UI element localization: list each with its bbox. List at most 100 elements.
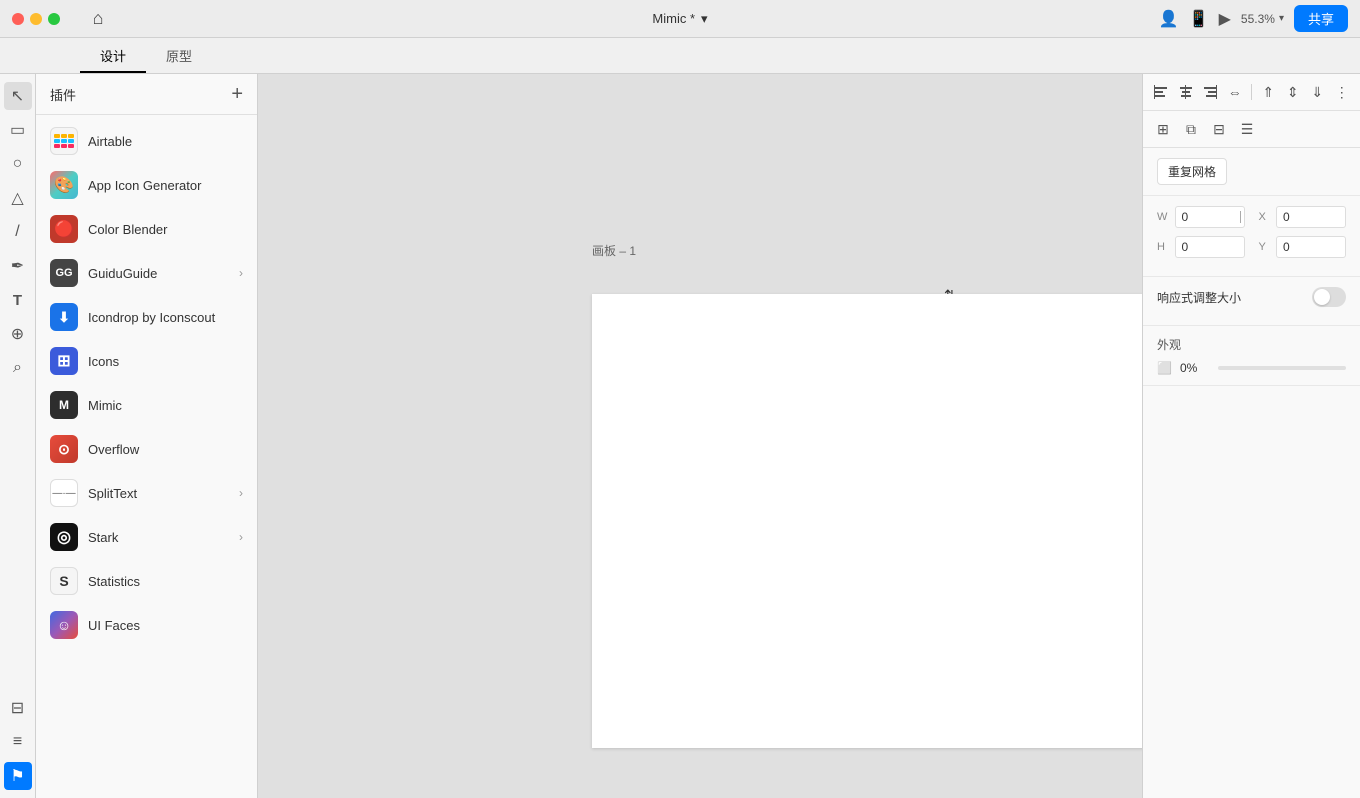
align-center-icon[interactable] — [1176, 80, 1197, 104]
plugin-name-ui-faces: UI Faces — [88, 618, 243, 633]
toolbar-separator — [1251, 84, 1252, 100]
plugins-title: 插件 — [50, 85, 76, 104]
tabbar: 设计 原型 — [0, 38, 1360, 74]
opacity-icon: ⬜ — [1157, 361, 1172, 375]
ellipse-tool[interactable]: ○ — [4, 150, 32, 178]
left-toolbar: ↖ ▭ ○ △ / ✒ T ⊕ ⌕ ⊟ ≡ ⚑ — [0, 74, 36, 798]
align-middle-icon[interactable]: ⇕ — [1282, 80, 1303, 104]
search-tool[interactable]: ⌕ — [4, 354, 32, 382]
toggle-thumb — [1314, 289, 1330, 305]
maximize-button[interactable] — [48, 13, 60, 25]
plugin-item-icons[interactable]: ⊞ Icons — [36, 339, 257, 383]
titlebar-center: Mimic * ▾ — [652, 11, 707, 27]
x-input[interactable] — [1276, 206, 1346, 228]
plugin-item-ui-faces[interactable]: ☺ UI Faces — [36, 603, 257, 647]
plugin-name-icons: Icons — [88, 354, 243, 369]
component-icon[interactable]: ⊞ — [1151, 117, 1175, 141]
stark-icon: ◎ — [50, 523, 78, 551]
play-icon[interactable]: ▶ — [1219, 9, 1231, 29]
plugin-item-statistics[interactable]: S Statistics — [36, 559, 257, 603]
alignment-toolbar: ⇔ ⇑ ⇕ ⇓ ⋮ — [1143, 74, 1360, 111]
y-input[interactable] — [1276, 236, 1346, 258]
distribute-v-icon[interactable]: ⋮ — [1331, 80, 1352, 104]
text-tool[interactable]: T — [4, 286, 32, 314]
artboard[interactable] — [592, 294, 1142, 748]
layers-tool[interactable]: ≡ — [4, 728, 32, 756]
splittext-icon: —·— — [50, 479, 78, 507]
responsive-row: 响应式调整大小 — [1157, 287, 1346, 307]
second-toolbar: ⊞ ⧉ ⊟ ☰ — [1143, 111, 1360, 148]
line-tool[interactable]: / — [4, 218, 32, 246]
share-button[interactable]: 共享 — [1294, 5, 1348, 32]
height-input[interactable] — [1175, 236, 1245, 258]
splittext-chevron-icon: › — [239, 486, 243, 500]
plugin-name-app-icon-generator: App Icon Generator — [88, 178, 243, 193]
plugin-name-stark: Stark — [88, 530, 229, 545]
align-bottom-icon[interactable]: ⇓ — [1307, 80, 1328, 104]
width-label: W — [1157, 211, 1169, 223]
plugin-item-splittext[interactable]: —·— SplitText › — [36, 471, 257, 515]
home-icon[interactable]: ⌂ — [88, 9, 108, 29]
statistics-icon: S — [50, 567, 78, 595]
main-content: ↖ ▭ ○ △ / ✒ T ⊕ ⌕ ⊟ ≡ ⚑ 插件 + — [0, 74, 1360, 798]
artboard-label: 画板 – 1 — [592, 242, 636, 259]
plugin-item-guiduguide[interactable]: GG GuiduGuide › — [36, 251, 257, 295]
appearance-label: 外观 — [1157, 336, 1346, 353]
align-top-icon[interactable]: ⇑ — [1258, 80, 1279, 104]
dimensions-section: W X H Y — [1143, 196, 1360, 277]
grid-section: 重复网格 — [1143, 148, 1360, 196]
assets-tool[interactable]: ⚑ — [4, 762, 32, 790]
grid-view-icon[interactable]: ⊟ — [1207, 117, 1231, 141]
plugin-item-stark[interactable]: ◎ Stark › — [36, 515, 257, 559]
zoom-dropdown-icon[interactable]: ▾ — [1279, 13, 1284, 24]
width-input[interactable] — [1175, 206, 1245, 228]
plugin-item-color-blender[interactable]: 🔴 Color Blender — [36, 207, 257, 251]
stark-chevron-icon: › — [239, 530, 243, 544]
align-right-icon[interactable] — [1200, 80, 1221, 104]
app-title: Mimic * — [652, 11, 695, 26]
plugins-header: 插件 + — [36, 74, 257, 115]
pages-tool[interactable]: ⊟ — [4, 694, 32, 722]
add-plugin-button[interactable]: + — [231, 84, 243, 104]
plugin-name-statistics: Statistics — [88, 574, 243, 589]
appearance-section: 外观 ⬜ 0% — [1143, 326, 1360, 386]
color-blender-icon: 🔴 — [50, 215, 78, 243]
zoom-value[interactable]: 55.3% — [1241, 12, 1275, 26]
plugin-name-overflow: Overflow — [88, 442, 243, 457]
overflow-icon: ⊙ — [50, 435, 78, 463]
plugin-item-app-icon-generator[interactable]: 🎨 App Icon Generator — [36, 163, 257, 207]
list-view-icon[interactable]: ☰ — [1235, 117, 1259, 141]
tab-design[interactable]: 设计 — [80, 40, 146, 73]
pen-tool[interactable]: ✒ — [4, 252, 32, 280]
select-tool[interactable]: ↖ — [4, 82, 32, 110]
distribute-h-icon[interactable]: ⇔ — [1225, 80, 1246, 104]
plugin-item-icondrop[interactable]: ⬇ Icondrop by Iconscout — [36, 295, 257, 339]
width-row: W X — [1157, 206, 1346, 228]
user-icon[interactable]: 👤 — [1159, 9, 1179, 29]
responsive-toggle[interactable] — [1312, 287, 1346, 307]
frame-tool[interactable]: ▭ — [4, 116, 32, 144]
plugin-name-guiduguide: GuiduGuide — [88, 266, 229, 281]
duplicate-icon[interactable]: ⧉ — [1179, 117, 1203, 141]
opacity-slider[interactable] — [1218, 366, 1346, 370]
dropdown-icon[interactable]: ▾ — [701, 11, 708, 27]
guiduguide-chevron-icon: › — [239, 266, 243, 280]
plugin-item-mimic[interactable]: M Mimic — [36, 383, 257, 427]
close-button[interactable] — [12, 13, 24, 25]
align-left-icon[interactable] — [1151, 80, 1172, 104]
tab-prototype[interactable]: 原型 — [146, 40, 212, 73]
minimize-button[interactable] — [30, 13, 42, 25]
responsive-label: 响应式调整大小 — [1157, 289, 1241, 306]
plugin-list: Airtable 🎨 App Icon Generator 🔴 Color Bl… — [36, 115, 257, 798]
triangle-tool[interactable]: △ — [4, 184, 32, 212]
guiduguide-icon: GG — [50, 259, 78, 287]
repeat-grid-button[interactable]: 重复网格 — [1157, 158, 1227, 185]
icons-icon: ⊞ — [50, 347, 78, 375]
plugin-item-overflow[interactable]: ⊙ Overflow — [36, 427, 257, 471]
device-icon[interactable]: 📱 — [1189, 9, 1209, 29]
y-label: Y — [1259, 241, 1271, 253]
responsive-section: 响应式调整大小 — [1143, 277, 1360, 326]
component-tool[interactable]: ⊕ — [4, 320, 32, 348]
plugin-item-airtable[interactable]: Airtable — [36, 119, 257, 163]
canvas-area[interactable]: 画板 – 1 ⇅ — [258, 74, 1142, 798]
